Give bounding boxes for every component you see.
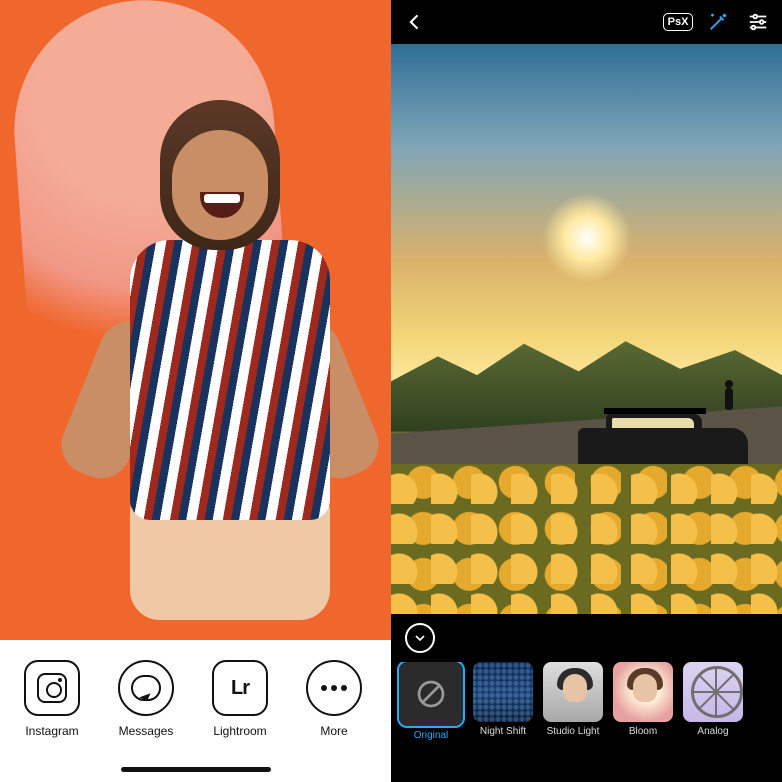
filter-category-row: [391, 614, 782, 662]
back-button[interactable]: [401, 8, 429, 36]
filter-label: Original: [414, 730, 448, 741]
photo-canvas[interactable]: [391, 44, 782, 614]
share-label: Lightroom: [213, 724, 266, 738]
share-destinations-bar: Instagram Messages Lr Lightroom More: [0, 640, 391, 782]
filter-item-original[interactable]: Original: [399, 662, 463, 741]
filter-label: Bloom: [629, 726, 657, 737]
filter-item-analog[interactable]: Analog: [683, 662, 743, 737]
filter-label: Studio Light: [547, 726, 600, 737]
share-item-more[interactable]: More: [296, 660, 372, 738]
filter-thumb: [613, 662, 673, 722]
thumb-face: [563, 674, 587, 702]
filter-item-bloom[interactable]: Bloom: [613, 662, 673, 737]
edited-photo-preview: [0, 0, 391, 640]
left-app-pane: Instagram Messages Lr Lightroom More: [0, 0, 391, 782]
no-filter-icon: [399, 662, 463, 726]
share-label: More: [320, 724, 347, 738]
subject-face: [172, 130, 268, 240]
share-item-lightroom[interactable]: Lr Lightroom: [202, 660, 278, 738]
share-label: Instagram: [25, 724, 78, 738]
filter-item-night-shift[interactable]: Night Shift: [473, 662, 533, 737]
filter-thumb: [473, 662, 533, 722]
filter-label: Analog: [697, 726, 728, 737]
scene-sun: [542, 193, 632, 283]
thumb-face: [633, 674, 657, 702]
scene-person-on-roof: [722, 380, 736, 418]
right-app-pane: PsX: [391, 0, 782, 782]
subject-teeth: [204, 194, 240, 203]
dual-screenshot-stage: Instagram Messages Lr Lightroom More: [0, 0, 782, 782]
filter-thumb: [543, 662, 603, 722]
home-indicator[interactable]: [121, 767, 271, 772]
messages-icon: [118, 660, 174, 716]
scene-foreground-foliage: [391, 464, 782, 614]
more-icon: [306, 660, 362, 716]
collapse-filters-button[interactable]: [405, 623, 435, 653]
share-label: Messages: [119, 724, 174, 738]
lightroom-icon: Lr: [212, 660, 268, 716]
share-item-messages[interactable]: Messages: [108, 660, 184, 738]
adjustments-icon[interactable]: [744, 8, 772, 36]
editor-header: PsX: [391, 0, 782, 44]
auto-fix-icon[interactable]: [704, 8, 732, 36]
filter-item-studio-light[interactable]: Studio Light: [543, 662, 603, 737]
filter-thumb: [399, 662, 463, 726]
share-item-instagram[interactable]: Instagram: [14, 660, 90, 738]
filter-thumb: [683, 662, 743, 722]
subject-striped-top: [130, 240, 330, 520]
psx-badge[interactable]: PsX: [664, 8, 692, 36]
filter-thumbnail-strip[interactable]: Original Night Shift Studio Light Bloom: [391, 662, 782, 782]
subject-foreground: [90, 100, 350, 620]
filter-label: Night Shift: [480, 726, 526, 737]
instagram-icon: [24, 660, 80, 716]
